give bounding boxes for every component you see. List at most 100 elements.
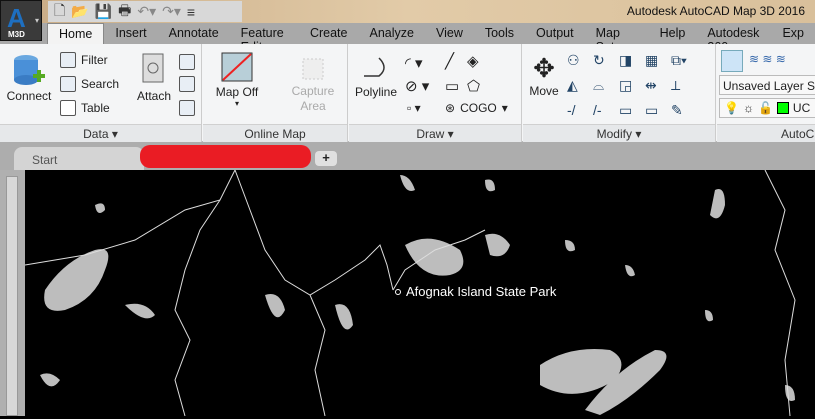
point-icon[interactable]: ▫ ▾ — [407, 101, 421, 115]
tab-map-setup[interactable]: Map Setup — [585, 23, 649, 54]
quick-access-toolbar: 🗋 📂 💾 🖶 ↶▾ ↷▾ ≡ — [48, 1, 242, 22]
filter-button[interactable]: Filter — [60, 52, 108, 68]
modify-label: Modify — [596, 127, 632, 141]
title-bar: 🗋 📂 💾 🖶 ↶▾ ↷▾ ≡ Autodesk AutoCAD Map 3D 2016 — [0, 0, 815, 23]
table-button[interactable]: Table — [60, 100, 110, 116]
polyline-button[interactable]: Polyline — [353, 54, 399, 99]
rectangle-icon[interactable]: ▭ — [445, 77, 459, 95]
capture-area-icon — [302, 58, 324, 80]
fillet-icon[interactable]: ⌓ — [593, 77, 619, 94]
arc-icon[interactable]: ◜ ▾ — [405, 54, 423, 72]
tab-annotate[interactable]: Annotate — [158, 23, 230, 44]
customize-icon[interactable]: ≡ — [187, 4, 195, 20]
cogo-icon: ⊛ — [445, 101, 456, 115]
extend-icon[interactable]: -/ — [567, 102, 593, 119]
trim-icon[interactable]: ◨ — [619, 52, 645, 69]
move-button[interactable]: ✥ Move — [525, 52, 563, 98]
layer-state-icon[interactable]: ≋ ≋ ≋ — [749, 52, 786, 66]
chevron-down-icon: ▾ — [34, 16, 39, 25]
copy-icon[interactable]: ⚇ — [567, 52, 593, 69]
export-icon[interactable] — [179, 100, 195, 116]
database-connect-icon — [14, 55, 45, 85]
save-icon[interactable]: 💾 — [95, 3, 112, 20]
filter-edit-icon[interactable] — [179, 54, 195, 70]
attach-label: Attach — [136, 89, 172, 103]
table-label: Table — [81, 101, 110, 115]
layer-color-swatch — [776, 102, 789, 114]
map-off-button[interactable]: Map Off ▾ — [211, 52, 263, 108]
lightbulb-icon: 💡 — [724, 101, 739, 115]
sun-icon: ☼ — [742, 101, 754, 115]
panel-layers: ≋ ≋ ≋ Unsaved Layer St 💡 ☼ 🔓 UC AutoC — [717, 44, 815, 142]
attach-button[interactable]: Attach — [134, 52, 174, 103]
map-canvas[interactable]: Afognak Island State Park — [24, 169, 815, 417]
tab-output[interactable]: Output — [525, 23, 585, 44]
capture-area-button[interactable]: Capture Area — [287, 58, 339, 114]
search-label: Search — [81, 77, 120, 91]
layer-properties-icon[interactable] — [721, 50, 743, 72]
scale-icon[interactable]: ◲ — [619, 77, 645, 94]
panel-label[interactable]: Draw ▾ — [349, 124, 521, 142]
array-icon[interactable]: ▦ — [645, 52, 671, 69]
chamfer-icon[interactable]: ▭ — [645, 102, 671, 119]
layer-dropdown[interactable]: 💡 ☼ 🔓 UC — [719, 98, 815, 118]
tab-insert[interactable]: Insert — [104, 23, 157, 44]
line-icon[interactable]: ╱ — [445, 52, 454, 70]
panel-label: Online Map — [203, 124, 347, 142]
map-off-label: Map Off — [215, 85, 259, 99]
rotate-icon[interactable]: ↻ — [593, 52, 619, 69]
data-label: Data — [83, 127, 109, 141]
ribbon-tabs: Home Insert Annotate Feature Edit Create… — [0, 23, 815, 54]
tab-redacted-drawing[interactable] — [140, 145, 311, 168]
open-icon[interactable]: 📂 — [71, 3, 88, 20]
connect-button[interactable]: Connect — [6, 52, 52, 103]
redo-icon[interactable]: ↷▾ — [162, 3, 181, 20]
search-icon — [60, 76, 76, 92]
stretch-icon[interactable]: ▭ — [619, 102, 645, 119]
tab-analyze[interactable]: Analyze — [359, 23, 425, 44]
tab-feature-edit[interactable]: Feature Edit — [230, 23, 299, 54]
attach-icon — [142, 53, 164, 83]
join-icon[interactable]: ⇹ — [645, 77, 671, 94]
tab-create[interactable]: Create — [299, 23, 359, 44]
panel-modify: ✥ Move ⚇ ↻ ◨ ▦ ⧉▾ ◭ ⌓ ◲ ⇹ ⟂ -//- ▭ ▭ ✎ Modify ▾ — [523, 44, 716, 142]
tab-help[interactable]: Help — [649, 23, 697, 44]
window-title: Autodesk AutoCAD Map 3D 2016 — [626, 4, 805, 18]
layer-state-dropdown[interactable]: Unsaved Layer St — [719, 75, 815, 95]
new-tab-button[interactable]: + — [315, 151, 337, 166]
document-tabs: Start + — [0, 142, 815, 170]
mirror-icon[interactable]: ◭ — [567, 77, 593, 94]
filter-icon — [60, 52, 76, 68]
tab-view[interactable]: View — [425, 23, 474, 44]
application-menu-button[interactable]: A ▾ M3D — [0, 0, 42, 41]
undo-icon[interactable]: ↶▾ — [137, 3, 156, 20]
circle-icon[interactable]: ⊘ ▾ — [405, 77, 429, 95]
panel-label[interactable]: Modify ▾ — [523, 124, 715, 142]
left-scrollbar[interactable] — [0, 170, 25, 416]
new-icon[interactable]: 🗋 — [54, 0, 65, 24]
print-icon[interactable]: 🖶 — [118, 0, 131, 24]
cogo-button[interactable]: ⊛ COGO ▾ — [445, 101, 508, 115]
tab-tools[interactable]: Tools — [474, 23, 525, 44]
offset-icon[interactable]: ⧉▾ — [671, 52, 697, 69]
tab-autodesk-360[interactable]: Autodesk 360 — [696, 23, 771, 54]
break-icon[interactable]: /- — [593, 102, 619, 119]
filter-label: Filter — [81, 53, 108, 67]
image-import-icon[interactable] — [179, 76, 195, 92]
ribbon: Connect Filter Search Table Attach Data … — [0, 44, 815, 142]
erase-icon[interactable]: ✎ — [671, 102, 697, 119]
layer-name: UC — [792, 101, 811, 115]
tab-express[interactable]: Exp — [771, 23, 815, 44]
place-marker-icon — [395, 289, 401, 295]
panel-label[interactable]: Data ▾ — [0, 124, 201, 142]
polygon-icon[interactable]: ⬠ — [467, 77, 480, 95]
lock-icon: 🔓 — [757, 101, 773, 115]
explode-icon[interactable]: ⟂ — [671, 77, 697, 94]
place-label: Afognak Island State Park — [406, 284, 557, 299]
search-button[interactable]: Search — [60, 76, 119, 92]
tab-home[interactable]: Home — [47, 23, 105, 44]
panel-online-map: Map Off ▾ Capture Area Online Map — [203, 44, 348, 142]
tab-start[interactable]: Start — [14, 147, 144, 170]
hatch-icon[interactable]: ◈ — [467, 52, 479, 70]
capture-area-label: Capture Area — [291, 84, 335, 113]
